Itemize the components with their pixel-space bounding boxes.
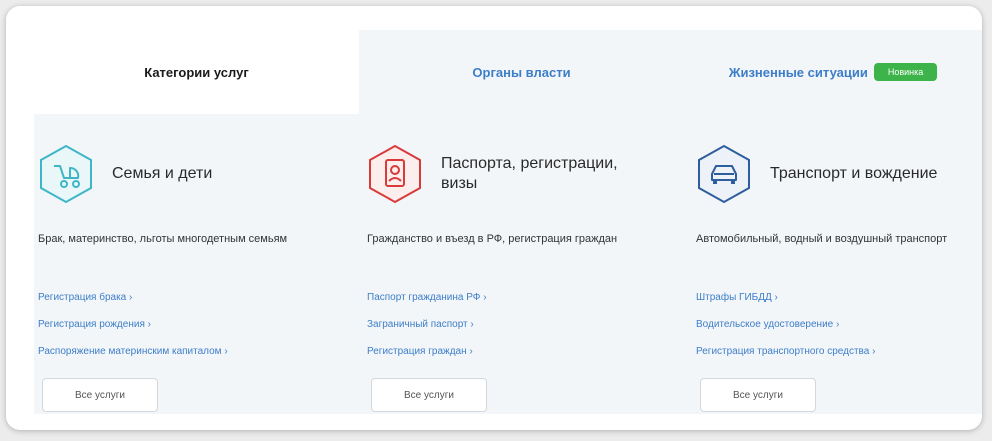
category-header[interactable]: Паспорта, регистрации, визы (367, 144, 621, 204)
link-internal-passport[interactable]: Паспорт гражданина РФ › (367, 284, 487, 311)
link-birth-registration[interactable]: Регистрация рождения › (38, 311, 228, 338)
all-services-button[interactable]: Все услуги (371, 378, 487, 412)
tab-label: Органы власти (472, 64, 571, 80)
link-driver-license[interactable]: Водительское удостоверение › (696, 311, 875, 338)
category-title: Транспорт и вождение (770, 165, 938, 182)
link-citizen-registration[interactable]: Регистрация граждан › (367, 338, 487, 365)
link-maternity-capital[interactable]: Распоряжение материнским капиталом › (38, 338, 228, 365)
all-services-button[interactable]: Все услуги (42, 378, 158, 412)
all-services-button[interactable]: Все услуги (700, 378, 816, 412)
category-title: Паспорта, регистрации, визы (441, 155, 618, 192)
category-passports: Паспорта, регистрации, визы Гражданство … (367, 114, 667, 414)
tab-authorities[interactable]: Органы власти (359, 30, 684, 114)
category-header[interactable]: Семья и дети (38, 144, 292, 204)
passport-icon (369, 144, 421, 204)
tab-label: Жизненные ситуации (728, 64, 868, 80)
link-foreign-passport[interactable]: Заграничный паспорт › (367, 311, 487, 338)
stroller-icon (40, 144, 92, 204)
services-panel: Категории услуг Органы власти Жизненные … (6, 6, 982, 430)
tab-label: Категории услуг (144, 64, 249, 80)
category-description: Гражданство и въезд в РФ, регистрация гр… (367, 233, 618, 245)
link-traffic-fines[interactable]: Штрафы ГИБДД › (696, 284, 875, 311)
link-vehicle-registration[interactable]: Регистрация транспортного средства › (696, 338, 875, 365)
tab-categories[interactable]: Категории услуг (34, 30, 359, 114)
category-links: Регистрация брака › Регистрация рождения… (38, 284, 228, 365)
link-marriage-registration[interactable]: Регистрация брака › (38, 284, 228, 311)
category-tabs: Категории услуг Органы власти Жизненные … (34, 30, 982, 114)
tab-life-situations[interactable]: Жизненные ситуации Новинка (684, 30, 982, 114)
category-title: Семья и дети (112, 165, 213, 182)
category-description: Брак, материнство, льготы многодетным се… (38, 233, 288, 245)
category-description: Автомобильный, водный и воздушный трансп… (696, 233, 948, 245)
category-header[interactable]: Транспорт и вождение (696, 144, 950, 204)
category-family: Семья и дети Брак, материнство, льготы м… (38, 114, 338, 414)
category-transport: Транспорт и вождение Автомобильный, водн… (696, 114, 982, 414)
category-grid: Семья и дети Брак, материнство, льготы м… (34, 114, 982, 414)
category-links: Паспорт гражданина РФ › Заграничный пасп… (367, 284, 487, 365)
category-links: Штрафы ГИБДД › Водительское удостоверени… (696, 284, 875, 365)
car-icon (698, 144, 750, 204)
new-badge: Новинка (873, 63, 938, 81)
